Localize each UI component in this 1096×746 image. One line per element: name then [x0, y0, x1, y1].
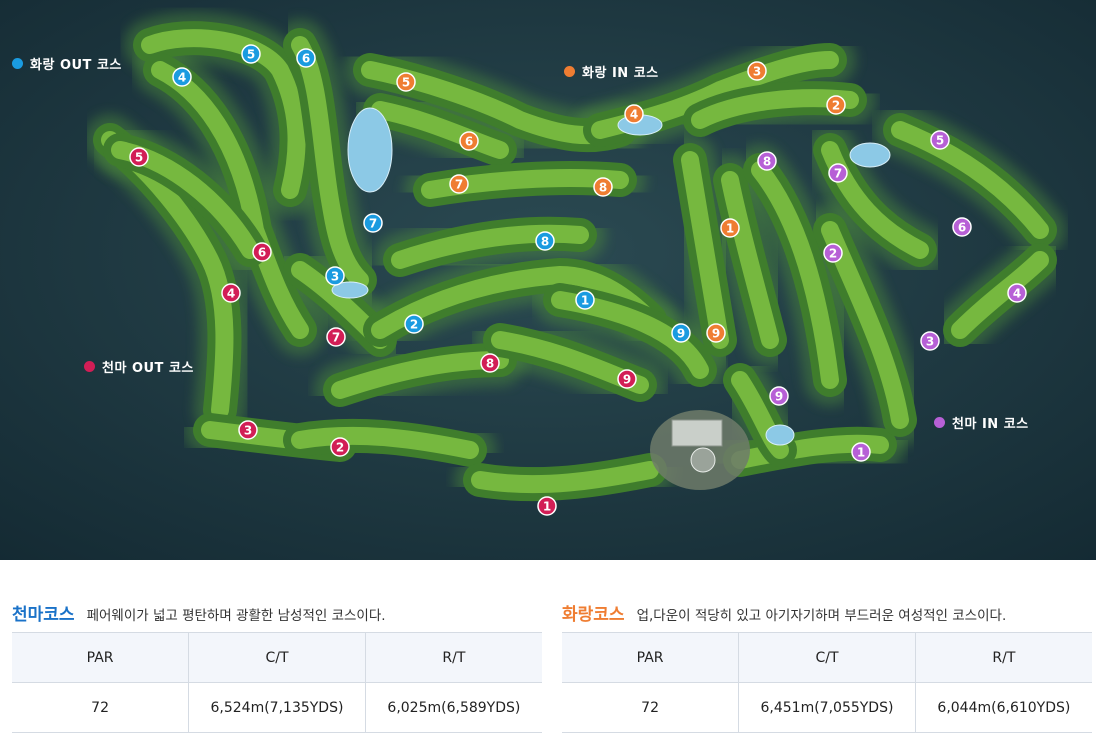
hwarang-in-hole-3-number: 3 — [753, 65, 761, 79]
hwarang-in-course-label: 화랑 IN 코스 — [564, 62, 659, 81]
hwarang-header: 화랑코스 업,다운이 적당히 있고 아기자기하며 부드러운 여성적인 코스이다. — [562, 600, 1092, 628]
cheonma-in-course-label: 천마 IN 코스 — [934, 413, 1029, 432]
cheonma-in-hole-8-number: 8 — [763, 155, 771, 169]
cheonma-out-hole-9-number: 9 — [623, 373, 631, 387]
table-header-row: PAR C/T R/T — [562, 632, 1092, 683]
ct-header: C/T — [738, 632, 916, 683]
hwarang-out-hole-8-number: 8 — [541, 235, 549, 249]
hwarang-out-hole-6-number: 6 — [302, 52, 310, 66]
par-value: 72 — [12, 682, 189, 733]
hwarang-in-dot — [564, 66, 575, 77]
hwarang-in-hole-6-number: 6 — [465, 135, 473, 149]
hwarang-out-hole-7-number: 7 — [369, 217, 377, 231]
cheonma-table: PAR C/T R/T 72 6,524m(7,135YDS) 6,025m(6… — [12, 632, 542, 733]
hwarang-out-hole-5-number: 5 — [247, 48, 255, 62]
cheonma-in-hole-1-number: 1 — [857, 446, 865, 460]
rt-value: 6,044m(6,610YDS) — [914, 682, 1092, 733]
cheonma-out-label-text: 천마 OUT 코스 — [102, 361, 194, 376]
par-value: 72 — [562, 682, 739, 733]
hwarang-in-hole-9-number: 9 — [712, 327, 720, 341]
cheonma-out-hole-8-number: 8 — [486, 357, 494, 371]
hwarang-out-hole-4-number: 4 — [178, 71, 186, 85]
cheonma-in-dot — [934, 417, 945, 428]
cheonma-out-hole-2-number: 2 — [336, 441, 344, 455]
hwarang-in-hole-8-number: 8 — [599, 181, 607, 195]
hwarang-out-hole-3-number: 3 — [331, 270, 339, 284]
hwarang-in-label-text: 화랑 IN 코스 — [582, 66, 659, 81]
cheonma-out-hole-5-number: 5 — [135, 151, 143, 165]
hwarang-in-hole-4-number: 4 — [630, 108, 638, 122]
rt-value: 6,025m(6,589YDS) — [364, 682, 542, 733]
hwarang-out-hole-9-number: 9 — [677, 327, 685, 341]
ct-value: 6,451m(7,055YDS) — [738, 682, 916, 733]
cheonma-course-info: 천마코스 페어웨이가 넓고 평탄하며 광활한 남성적인 코스이다. PAR C/… — [12, 600, 542, 733]
table-row: 72 6,524m(7,135YDS) 6,025m(6,589YDS) — [12, 682, 542, 733]
ct-value: 6,524m(7,135YDS) — [188, 682, 366, 733]
table-row: 72 6,451m(7,055YDS) 6,044m(6,610YDS) — [562, 682, 1092, 733]
hwarang-out-label-text: 화랑 OUT 코스 — [30, 58, 122, 73]
hwarang-in-hole-5-number: 5 — [402, 76, 410, 90]
ct-header: C/T — [188, 632, 366, 683]
rt-header: R/T — [914, 632, 1092, 683]
cheonma-out-hole-7-number: 7 — [332, 331, 340, 345]
cheonma-out-dot — [84, 361, 95, 372]
cheonma-in-hole-7-number: 7 — [834, 167, 842, 181]
cheonma-in-hole-3-number: 3 — [926, 335, 934, 349]
hwarang-out-dot — [12, 58, 23, 69]
cheonma-title: 천마코스 — [12, 605, 75, 625]
clubhouse — [650, 410, 750, 490]
par-header: PAR — [12, 632, 189, 683]
golf-course-map: 1 2 3 4 5 6 7 8 9 1 2 3 4 5 6 7 8 9 1 2 3 4 5 6 7 8 9 1 2 3 4 5 6 7 8 9 — [0, 0, 1096, 560]
table-header-row: PAR C/T R/T — [12, 632, 542, 683]
cheonma-in-hole-6-number: 6 — [958, 221, 966, 235]
hwarang-title: 화랑코스 — [562, 605, 625, 625]
hwarang-in-hole-1-number: 1 — [726, 222, 734, 236]
cheonma-in-label-text: 천마 IN 코스 — [952, 417, 1029, 432]
cheonma-out-hole-3-number: 3 — [244, 424, 252, 438]
hwarang-table: PAR C/T R/T 72 6,451m(7,055YDS) 6,044m(6… — [562, 632, 1092, 733]
hwarang-out-course-label: 화랑 OUT 코스 — [12, 54, 122, 73]
cheonma-out-hole-6-number: 6 — [258, 246, 266, 260]
hwarang-course-info: 화랑코스 업,다운이 적당히 있고 아기자기하며 부드러운 여성적인 코스이다.… — [562, 600, 1092, 733]
rt-header: R/T — [364, 632, 542, 683]
cheonma-out-hole-4-number: 4 — [227, 287, 235, 301]
hwarang-out-hole-2-number: 2 — [410, 318, 418, 332]
hwarang-in-hole-2-number: 2 — [832, 99, 840, 113]
water-hazard — [347, 107, 393, 193]
par-header: PAR — [562, 632, 739, 683]
hwarang-description: 업,다운이 적당히 있고 아기자기하며 부드러운 여성적인 코스이다. — [636, 608, 1007, 624]
water-hazard — [849, 142, 891, 168]
cheonma-in-hole-4-number: 4 — [1013, 287, 1021, 301]
hwarang-in-hole-7-number: 7 — [455, 178, 463, 192]
cheonma-out-course-label: 천마 OUT 코스 — [84, 357, 194, 376]
cheonma-in-hole-5-number: 5 — [936, 134, 944, 148]
hwarang-out-hole-1-number: 1 — [581, 294, 589, 308]
cheonma-out-hole-1-number: 1 — [543, 500, 551, 514]
cheonma-description: 페어웨이가 넓고 평탄하며 광활한 남성적인 코스이다. — [86, 608, 386, 624]
cheonma-in-hole-9-number: 9 — [775, 390, 783, 404]
cheonma-in-hole-2-number: 2 — [829, 247, 837, 261]
cheonma-header: 천마코스 페어웨이가 넓고 평탄하며 광활한 남성적인 코스이다. — [12, 600, 542, 628]
water-hazard — [765, 424, 795, 446]
